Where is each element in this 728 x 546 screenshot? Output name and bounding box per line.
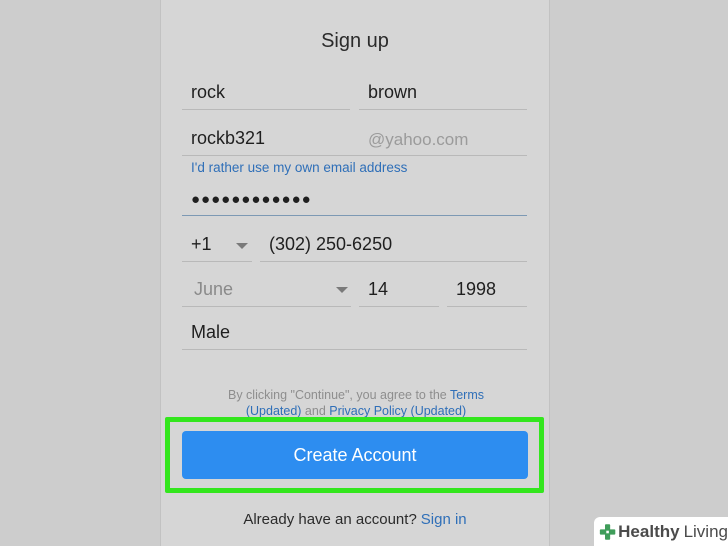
phone-field[interactable]: (302) 250-6250 xyxy=(260,230,527,262)
terms-prefix: By clicking "Continue", you agree to the xyxy=(228,388,450,402)
country-code-select[interactable]: +1 xyxy=(182,230,252,262)
chevron-down-icon xyxy=(336,287,348,293)
birth-month-select[interactable]: June xyxy=(182,275,351,307)
last-name-value: brown xyxy=(368,82,418,102)
health-cross-icon xyxy=(599,523,616,540)
terms-notice: By clicking "Continue", you agree to the… xyxy=(201,387,511,419)
username-value: rockb321 xyxy=(191,128,266,148)
sign-in-prompt: Already have an account? Sign in xyxy=(160,511,550,528)
birth-year-value: 1998 xyxy=(456,279,497,299)
birth-day-value: 14 xyxy=(368,279,389,299)
last-name-field[interactable]: brown xyxy=(359,78,527,110)
already-have-account-text: Already have an account? xyxy=(243,511,417,528)
gender-value: Male xyxy=(191,322,231,342)
country-code-value: +1 xyxy=(191,234,212,254)
first-name-field[interactable]: rock xyxy=(182,78,350,110)
sign-in-link[interactable]: Sign in xyxy=(421,511,467,528)
create-account-button[interactable]: Create Account xyxy=(182,431,528,479)
own-email-link[interactable]: I'd rather use my own email address xyxy=(191,160,407,175)
email-domain-suffix: @yahoo.com xyxy=(368,130,469,149)
phone-value: (302) 250-6250 xyxy=(269,234,393,254)
username-field[interactable]: rockb321 xyxy=(182,124,527,156)
healthy-living-logo: Healthy Living xyxy=(594,517,728,546)
logo-word-2: Living xyxy=(683,521,728,541)
logo-word-1: Healthy xyxy=(618,521,680,541)
page-title: Sign up xyxy=(321,30,389,52)
first-name-value: rock xyxy=(191,82,226,102)
password-field[interactable]: ●●●●●●●●●●●● xyxy=(182,184,527,216)
terms-and: and xyxy=(301,404,330,418)
password-value: ●●●●●●●●●●●● xyxy=(191,191,312,208)
chevron-down-icon xyxy=(236,243,248,249)
gender-field[interactable]: Male xyxy=(182,318,527,350)
birth-month-value: June xyxy=(194,279,234,299)
birth-day-field[interactable]: 14 xyxy=(359,275,439,307)
privacy-policy-link[interactable]: Privacy Policy (Updated) xyxy=(329,404,466,418)
birth-year-field[interactable]: 1998 xyxy=(447,275,527,307)
